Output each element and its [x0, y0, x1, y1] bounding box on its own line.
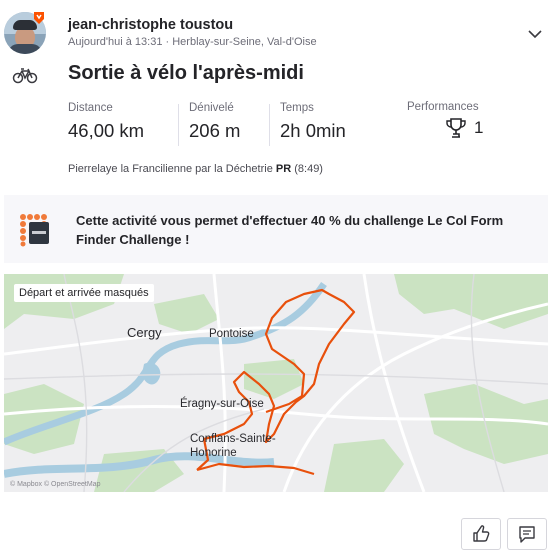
map-place-label: Conflans-Sainte-Honorine [190, 433, 276, 459]
comment-icon [519, 526, 535, 543]
stat-distance-label: Distance [68, 102, 113, 114]
activity-map[interactable]: Départ et arrivée masqués Cergy Pontoise… [4, 274, 548, 492]
stat-elevation-value: 206 m [189, 120, 241, 141]
comment-button[interactable] [507, 518, 547, 550]
map-place-label: Cergy [127, 325, 162, 340]
segment-achievement[interactable]: Pierrelaye la Francilienne par la Déchet… [68, 163, 323, 175]
performances-count[interactable]: 1 [474, 118, 483, 138]
challenge-logo-icon [20, 214, 49, 247]
stat-elevation-label: Dénivelé [189, 102, 234, 114]
trophy-icon [446, 118, 466, 138]
activity-title[interactable]: Sortie à vélo l'après-midi [68, 62, 304, 85]
chevron-down-icon[interactable] [524, 24, 546, 44]
stat-time-value: 2h 0min [280, 120, 346, 141]
map-place-label: Éragny-sur-Oise [180, 398, 264, 410]
activity-meta: Aujourd'hui à 13:31 · Herblay-sur-Seine,… [68, 36, 317, 48]
segment-time: (8:49) [294, 163, 323, 175]
performances-label: Performances [407, 101, 479, 113]
map-place-label: Pontoise [209, 328, 254, 340]
bike-icon [12, 68, 38, 84]
stat-divider [178, 104, 179, 146]
thumbs-up-icon [473, 525, 490, 542]
segment-name: Pierrelaye la Francilienne par la Déchet… [68, 163, 273, 175]
stat-divider [269, 104, 270, 146]
athlete-name[interactable]: jean-christophe toustou [68, 17, 233, 33]
privacy-chip: Départ et arrivée masqués [14, 284, 154, 302]
challenge-text: Cette activité vous permet d'effectuer 4… [76, 213, 504, 247]
stat-distance-value: 46,00 km [68, 120, 145, 141]
pr-badge: PR [275, 163, 292, 175]
kudos-button[interactable] [461, 518, 501, 550]
stat-time-label: Temps [280, 102, 314, 114]
map-attribution[interactable]: © Mapbox © OpenStreetMap [10, 481, 100, 488]
subscriber-badge-icon [34, 12, 44, 24]
